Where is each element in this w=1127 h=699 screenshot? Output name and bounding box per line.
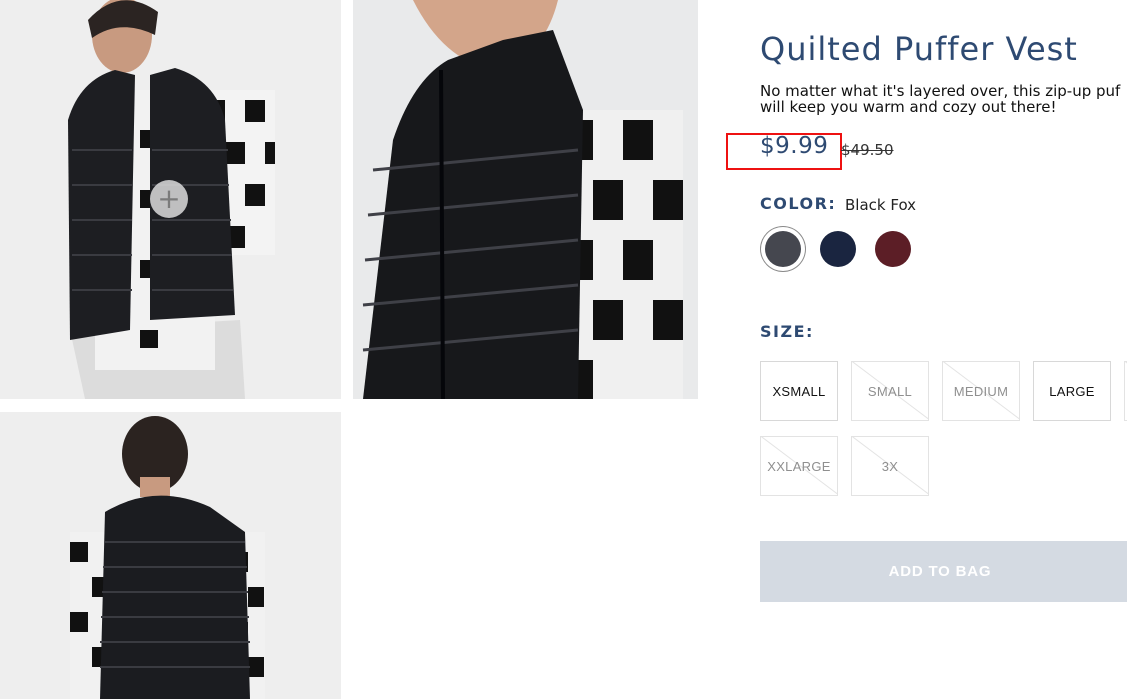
sale-price: $9.99	[760, 133, 829, 159]
color-swatch-burgundy[interactable]	[875, 231, 911, 267]
size-option-medium[interactable]: MEDIUM	[942, 361, 1020, 421]
selected-color-name: Black Fox	[845, 196, 917, 214]
product-description: No matter what it's layered over, this z…	[760, 83, 1127, 115]
size-option-label: LARGE	[1049, 383, 1095, 399]
size-option-label: 3X	[881, 458, 899, 474]
size-option-3x[interactable]: 3X	[851, 436, 929, 496]
color-swatch-black-fox[interactable]	[765, 231, 801, 267]
color-swatch-navy[interactable]	[820, 231, 856, 267]
product-image-detail[interactable]	[353, 0, 698, 399]
size-option-xxlarge[interactable]: XXLARGE	[760, 436, 838, 496]
description-line-1: No matter what it's layered over, this z…	[760, 82, 1121, 100]
add-to-bag-button[interactable]: ADD TO BAG	[760, 541, 1127, 602]
size-option-xsmall[interactable]: XSMALL	[760, 361, 838, 421]
size-option-label: SMALL	[867, 383, 913, 399]
product-title: Quilted Puffer Vest	[760, 30, 1078, 68]
size-option-label: XXLARGE	[767, 458, 831, 474]
size-option-large[interactable]: LARGE	[1033, 361, 1111, 421]
size-option-label: MEDIUM	[953, 383, 1009, 399]
plus-icon: +	[157, 182, 181, 215]
product-image-back[interactable]	[0, 412, 341, 699]
zoom-button[interactable]: +	[150, 180, 188, 218]
description-line-2: will keep you warm and cozy out there!	[760, 98, 1057, 116]
size-option-label: XSMALL	[772, 383, 826, 399]
vest-detail-illustration	[353, 0, 698, 399]
product-image-front[interactable]: +	[0, 0, 341, 399]
model-back-illustration	[0, 412, 341, 699]
color-label: COLOR:	[760, 194, 837, 213]
size-label: SIZE:	[760, 322, 814, 341]
size-option-small[interactable]: SMALL	[851, 361, 929, 421]
original-price: $49.50	[841, 141, 894, 159]
